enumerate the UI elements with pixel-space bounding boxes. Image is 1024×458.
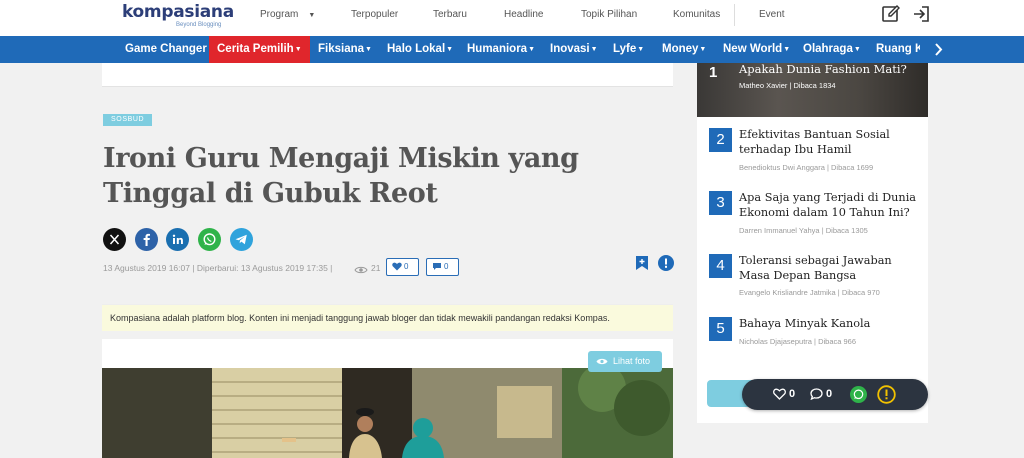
category-tag[interactable]: SOSBUD xyxy=(103,114,153,126)
nav-terbaru[interactable]: Terbaru xyxy=(433,9,467,20)
eye-icon xyxy=(596,358,608,365)
kompasiana-logo[interactable]: kompasiana Beyond Blogging xyxy=(122,3,234,29)
whatsapp-icon xyxy=(198,228,221,251)
share-whatsapp-button[interactable] xyxy=(198,228,221,251)
nav-divider xyxy=(734,4,735,26)
nav-komunitas[interactable]: Komunitas xyxy=(673,9,720,20)
category-game-changer[interactable]: Game Changer xyxy=(125,36,207,63)
caret-down-icon: ▼ xyxy=(365,46,372,53)
category-ruang-k[interactable]: Ruang K xyxy=(876,36,920,63)
caret-down-icon: ▼ xyxy=(699,46,707,53)
floating-action-bar: 0 0 xyxy=(742,379,928,410)
rank-badge: 3 xyxy=(709,191,732,215)
nav-topik-pilihan[interactable]: Topik Pilihan xyxy=(581,9,637,20)
category-cerita-pemilih[interactable]: Cerita Pemilih▼ xyxy=(209,36,310,63)
share-telegram-button[interactable] xyxy=(230,228,253,251)
whatsapp-icon xyxy=(850,386,867,403)
x-icon xyxy=(103,228,126,251)
category-fiksiana[interactable]: Fiksiana▼ xyxy=(318,36,372,63)
facebook-icon xyxy=(135,228,158,251)
floating-like-button[interactable]: 0 xyxy=(773,387,795,402)
top-header: kompasiana Beyond Blogging Program ▼ Terp… xyxy=(0,0,1024,36)
disclaimer-banner: Kompasiana adalah platform blog. Konten … xyxy=(102,304,673,331)
login-icon[interactable] xyxy=(911,4,931,24)
comment-button[interactable]: 0 xyxy=(426,258,459,276)
view-count: 21 xyxy=(371,263,381,273)
floating-comment-button[interactable]: 0 xyxy=(810,387,832,402)
sidebar-item-meta: Nicholas Djajaseputra | Dibaca 966 xyxy=(739,337,857,346)
caret-down-icon: ▼ xyxy=(294,46,302,53)
caret-down-icon: ▼ xyxy=(590,46,598,53)
sidebar-item-title[interactable]: Apa Saja yang Terjadi di Dunia Ekonomi d… xyxy=(739,190,924,220)
nav-headline[interactable]: Headline xyxy=(504,9,543,20)
report-icon xyxy=(877,385,896,404)
category-halo-lokal[interactable]: Halo Lokal▼ xyxy=(387,36,453,63)
logo-tagline: Beyond Blogging xyxy=(176,22,222,28)
floating-whatsapp-button[interactable] xyxy=(850,386,870,405)
caret-down-icon: ▼ xyxy=(528,46,536,53)
caret-down-icon: ▼ xyxy=(783,46,791,53)
telegram-icon xyxy=(230,228,253,251)
like-button[interactable]: 0 xyxy=(386,258,419,276)
view-photo-button[interactable]: Lihat foto xyxy=(588,351,662,372)
chevron-down-icon: ▼ xyxy=(308,12,316,19)
linkedin-icon xyxy=(166,228,189,251)
heart-icon xyxy=(392,262,402,271)
sidebar-item-meta: Evangelo Krisliandre Jatmika | Dibaca 97… xyxy=(739,288,880,297)
sidebar-item-title[interactable]: Toleransi sebagai Jawaban Masa Depan Ban… xyxy=(739,253,924,283)
category-new-world[interactable]: New World▼ xyxy=(723,36,790,63)
rank-badge: 2 xyxy=(709,128,732,152)
category-money[interactable]: Money▼ xyxy=(662,36,706,63)
report-icon[interactable] xyxy=(658,255,674,271)
nav-program[interactable]: Program ▼ xyxy=(260,9,315,20)
article-photo[interactable] xyxy=(102,368,673,458)
rank-badge: 5 xyxy=(709,317,732,341)
caret-down-icon: ▼ xyxy=(446,46,454,53)
category-humaniora[interactable]: Humaniora▼ xyxy=(467,36,535,63)
share-linkedin-button[interactable] xyxy=(166,228,189,251)
category-olahraga[interactable]: Olahraga▼ xyxy=(803,36,861,63)
article-meta: 13 Agustus 2019 16:07 | Diperbarui: 13 A… xyxy=(103,263,333,273)
rank-number: 1 xyxy=(709,64,718,81)
sidebar-featured-item[interactable]: 1 Apakah Dunia Fashion Mati? Matheo Xavi… xyxy=(697,63,928,117)
share-facebook-button[interactable] xyxy=(135,228,158,251)
content-card-top xyxy=(102,63,673,87)
popular-sidebar xyxy=(697,63,928,423)
category-bar: Game Changer Cerita Pemilih▼ Fiksiana▼ H… xyxy=(0,36,1024,63)
rank-badge: 4 xyxy=(709,254,732,278)
share-x-button[interactable] xyxy=(103,228,126,251)
featured-title: Apakah Dunia Fashion Mati? xyxy=(739,63,907,76)
comment-outline-icon xyxy=(810,388,823,401)
eye-icon xyxy=(354,262,368,280)
logo-text: kompasiana xyxy=(122,2,234,22)
nav-terpopuler[interactable]: Terpopuler xyxy=(351,9,398,20)
floating-report-button[interactable] xyxy=(877,385,899,406)
heart-outline-icon xyxy=(773,388,786,400)
sidebar-item-meta: Darren Immanuel Yahya | Dibaca 1305 xyxy=(739,226,868,235)
sidebar-item-title[interactable]: Efektivitas Bantuan Sosial terhadap Ibu … xyxy=(739,127,924,157)
caret-down-icon: ▼ xyxy=(853,46,861,53)
like-count: 0 xyxy=(404,262,409,271)
caret-down-icon: ▼ xyxy=(637,46,645,53)
comment-count: 0 xyxy=(444,262,449,271)
write-post-icon[interactable] xyxy=(881,4,901,24)
category-inovasi[interactable]: Inovasi▼ xyxy=(550,36,598,63)
bookmark-icon[interactable] xyxy=(634,255,650,271)
category-lyfe[interactable]: Lyfe▼ xyxy=(613,36,644,63)
article-title: Ironi Guru Mengaji Miskin yang Tinggal d… xyxy=(103,143,579,209)
comment-icon xyxy=(433,263,441,270)
sidebar-item-meta: Benedioktus Dwi Anggara | Dibaca 1699 xyxy=(739,163,874,172)
sidebar-item-title[interactable]: Bahaya Minyak Kanola xyxy=(739,316,924,331)
nav-event[interactable]: Event xyxy=(759,9,785,20)
featured-meta: Matheo Xavier | Dibaca 1834 xyxy=(739,81,836,90)
chevron-right-icon[interactable] xyxy=(930,36,948,63)
